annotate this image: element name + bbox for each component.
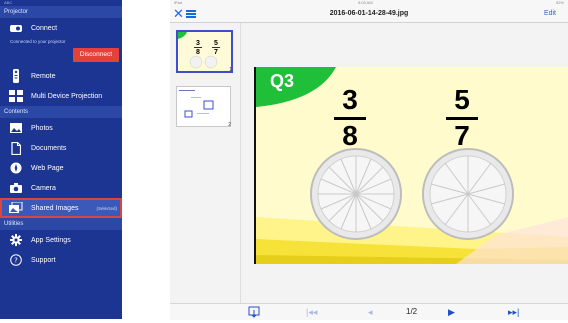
sidebar-item-label: Support	[31, 256, 56, 264]
selected-tag: (Selected)	[96, 205, 117, 211]
question-label: Q3	[270, 71, 295, 91]
photos-icon	[9, 121, 23, 135]
sidebar-item-label: Documents	[31, 144, 67, 152]
multi-device-icon	[9, 89, 23, 103]
sidebar-item-app-settings[interactable]: App Settings	[0, 230, 122, 250]
connection-status: Connected to your projector	[10, 39, 66, 44]
thumb-fraction-a-num: 3	[196, 40, 200, 47]
section-contents: Contents	[0, 106, 122, 118]
bottom-toolbar: |◂◂ ◂ 1/2 ▶ ▸▸|	[170, 303, 568, 320]
sidebar-item-shared-images[interactable]: Shared Images (Selected)	[0, 198, 122, 218]
sidebar-item-label: Multi Device Projection	[31, 92, 103, 100]
sidebar-item-label: Photos	[31, 124, 53, 132]
sidebar-item-label: App Settings	[31, 236, 71, 244]
fraction-b-numerator: 5	[454, 84, 470, 115]
edit-button[interactable]: Edit	[544, 6, 556, 22]
gear-icon	[9, 233, 23, 247]
fraction-a-denominator: 8	[342, 120, 358, 151]
thumbnail-1[interactable]: 3 8 5 7 1	[176, 30, 233, 73]
sidebar-item-connect[interactable]: Connect	[0, 18, 122, 38]
shared-images-icon	[9, 201, 23, 215]
section-utilities: Utilities	[0, 218, 122, 230]
disconnect-button[interactable]: Disconnect	[73, 48, 119, 62]
sidebar-item-remote[interactable]: Remote	[0, 66, 122, 86]
sidebar-item-web-page[interactable]: Web Page	[0, 158, 122, 178]
thumbnail-panel: 3 8 5 7 1 2	[170, 23, 241, 303]
projector-icon	[9, 21, 23, 35]
last-page-icon[interactable]: ▸▸|	[508, 304, 519, 320]
slide-image: Q3 3 8 5 7	[254, 67, 568, 264]
sidebar-item-multi-device[interactable]: Multi Device Projection	[0, 86, 122, 106]
sidebar-item-label: Remote	[31, 72, 56, 80]
nav-bar: ✕ 2016-06-01-14-28-49.jpg Edit	[170, 6, 568, 23]
thumbnail-2[interactable]: 2	[176, 86, 231, 128]
remote-icon	[9, 69, 23, 83]
sidebar-item-label: Shared Images	[31, 204, 79, 212]
thumbnail-number: 1	[229, 67, 232, 73]
sidebar-item-label: Camera	[31, 184, 56, 192]
sidebar-item-label: Connect	[31, 24, 58, 32]
compass-icon	[9, 161, 23, 175]
sidebar-item-label: Web Page	[31, 164, 64, 172]
help-icon: ?	[9, 253, 23, 267]
document-icon	[9, 141, 23, 155]
thumb-fraction-b-den: 7	[214, 49, 218, 56]
fraction-a-numerator: 3	[342, 84, 358, 115]
thumb-fraction-a-den: 8	[196, 49, 200, 56]
page-title: 2016-06-01-14-28-49.jpg	[329, 10, 409, 17]
fraction-b-denominator: 7	[454, 120, 470, 151]
svg-text:?: ?	[14, 257, 18, 265]
thumbnail-number: 2	[228, 122, 231, 128]
sidebar-item-camera[interactable]: Camera	[0, 178, 122, 198]
project-icon[interactable]	[248, 304, 260, 323]
ipad-screen: iPad 9:03 AM 92% ✕ 2016-06-01-14-28-49.j…	[170, 0, 568, 320]
thumb-fraction-b-num: 5	[214, 40, 218, 47]
section-projector: Projector	[0, 6, 122, 18]
previous-page-icon[interactable]: ◂	[368, 304, 373, 320]
camera-icon	[9, 181, 23, 195]
sidebar: ABC Projector Connect Connected to your …	[0, 0, 122, 319]
sidebar-item-documents[interactable]: Documents	[0, 138, 122, 158]
first-page-icon[interactable]: |◂◂	[306, 304, 317, 320]
page-indicator: 1/2	[406, 307, 418, 316]
sidebar-item-support[interactable]: ? Support	[0, 250, 122, 270]
next-page-icon[interactable]: ▶	[448, 304, 455, 320]
sidebar-item-photos[interactable]: Photos	[0, 118, 122, 138]
